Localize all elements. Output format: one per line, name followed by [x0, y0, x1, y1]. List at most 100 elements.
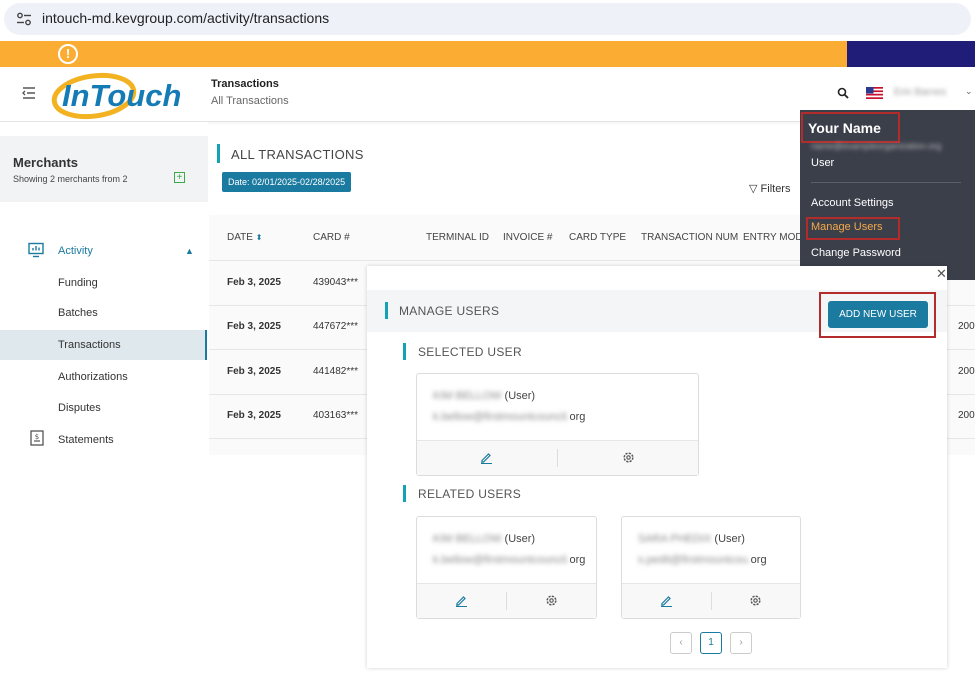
address-bar[interactable]: intouch-md.kevgroup.com/activity/transac…	[4, 3, 971, 35]
card-actions	[417, 583, 596, 618]
date-filter-chip[interactable]: Date: 02/01/2025-02/28/2025	[222, 172, 352, 192]
alert-banner: !	[0, 41, 847, 67]
browser-toolbar: intouch-md.kevgroup.com/activity/transac…	[0, 0, 975, 40]
edit-icon[interactable]	[480, 451, 493, 464]
merchants-count: Showing 2 merchants from 2	[13, 174, 128, 184]
screen: intouch-md.kevgroup.com/activity/transac…	[0, 0, 975, 680]
filters-label: Filters	[760, 183, 791, 195]
annotation-highlight-manage-users	[806, 217, 900, 240]
url-text[interactable]: intouch-md.kevgroup.com/activity/transac…	[42, 10, 329, 26]
card-actions	[417, 440, 698, 475]
user-email-line: s.pedit@firstmountcou.org	[638, 554, 767, 566]
related-user-card: SARA PHEDIX (User) s.pedit@firstmountcou…	[621, 516, 801, 619]
svg-text:InTouch: InTouch	[62, 78, 181, 113]
user-email: k.bellow@firstmountcouncil.	[433, 411, 570, 423]
user-name-line: KIM BELLOW (User)	[433, 390, 535, 402]
menu-collapse-icon[interactable]	[21, 86, 37, 100]
sidebar-item-batches[interactable]: Batches	[58, 307, 98, 319]
page-title: Transactions	[211, 78, 279, 90]
statement-icon: $	[30, 430, 44, 446]
user-name-line: SARA PHEDIX (User)	[638, 533, 745, 545]
add-merchant-icon[interactable]: +	[174, 172, 185, 183]
user-email: k.bellow@firstmountcouncil.	[433, 554, 570, 566]
chevron-up-icon[interactable]: ▲	[185, 246, 194, 256]
us-flag-icon[interactable]	[866, 87, 883, 99]
user-role: (User)	[501, 533, 536, 545]
close-icon[interactable]: ✕	[936, 266, 947, 282]
filters-button[interactable]: ▽ Filters	[749, 182, 790, 195]
user-role: (User)	[711, 533, 745, 545]
cell-card: 439043***	[313, 277, 359, 288]
pagination-page-button[interactable]: 1	[700, 632, 722, 654]
user-name-line: KIM BELLOW (User)	[433, 533, 535, 545]
user-name: KIM BELLOW	[433, 390, 502, 402]
sidebar-item-disputes[interactable]: Disputes	[58, 402, 101, 414]
sort-icon[interactable]: ⬍	[256, 233, 263, 242]
sidebar-item-statements[interactable]: Statements	[58, 434, 114, 446]
search-icon[interactable]	[837, 87, 849, 99]
monitor-chart-icon	[28, 242, 44, 258]
user-email-suffix: org	[569, 554, 586, 566]
user-role: (User)	[501, 390, 536, 402]
sidebar-item-authorizations[interactable]: Authorizations	[58, 371, 128, 383]
sidebar-item-activity[interactable]: Activity	[58, 245, 93, 257]
user-name: KIM BELLOW	[433, 533, 502, 545]
column-header-date[interactable]: DATE ⬍	[227, 232, 262, 243]
column-header-terminal-id[interactable]: TERMINAL ID	[426, 232, 489, 243]
merchants-title: Merchants	[13, 155, 79, 170]
related-users-title: RELATED USERS	[418, 487, 522, 501]
user-email-line: k.bellow@firstmountcouncil.org	[433, 411, 585, 423]
user-email-line: k.bellow@firstmountcouncil.org	[433, 554, 585, 566]
annotation-highlight-name	[801, 112, 900, 143]
cell-date: Feb 3, 2025	[227, 366, 281, 377]
column-header-invoice[interactable]: INVOICE #	[503, 232, 552, 243]
cell-truncated: 200	[958, 321, 975, 332]
filter-icon: ▽	[749, 183, 758, 195]
column-header-card[interactable]: CARD #	[313, 232, 350, 243]
menu-item-change-password[interactable]: Change Password	[811, 247, 901, 259]
menu-item-user[interactable]: User	[811, 157, 834, 169]
cell-truncated: 200	[958, 366, 975, 377]
gear-icon[interactable]	[545, 594, 558, 607]
site-settings-icon[interactable]	[16, 12, 32, 26]
cell-date: Feb 3, 2025	[227, 277, 281, 288]
cell-card: 441482***	[313, 366, 359, 377]
column-header-transaction-num[interactable]: TRANSACTION NUM	[641, 232, 738, 243]
column-header-entry-mode[interactable]: ENTRY MOD	[743, 232, 803, 243]
action-divider	[711, 592, 712, 610]
gear-icon[interactable]	[622, 451, 635, 464]
cell-date: Feb 3, 2025	[227, 410, 281, 421]
banner-right-block	[847, 41, 975, 67]
related-user-card: KIM BELLOW (User) k.bellow@firstmountcou…	[416, 516, 597, 619]
action-divider	[506, 592, 507, 610]
section-accent-bar	[403, 343, 406, 360]
chevron-down-icon[interactable]: ⌄	[965, 86, 973, 97]
user-email-suffix: org	[569, 411, 586, 423]
title-accent-bar	[217, 144, 220, 163]
selected-user-title: SELECTED USER	[418, 345, 522, 359]
sidebar-item-funding[interactable]: Funding	[58, 277, 98, 289]
menu-item-account-settings[interactable]: Account Settings	[811, 197, 894, 209]
pagination-prev-button[interactable]: ‹	[670, 632, 692, 654]
sidebar-item-transactions[interactable]: Transactions	[58, 339, 121, 351]
section-accent-bar	[403, 485, 406, 502]
cell-card: 447672***	[313, 321, 359, 332]
merchant-selector[interactable]: Merchants Showing 2 merchants from 2 +	[0, 136, 208, 202]
cell-truncated: 200	[958, 410, 975, 421]
user-menu-name[interactable]: Erin Barnes	[894, 87, 946, 98]
cell-date: Feb 3, 2025	[227, 321, 281, 332]
intouch-logo[interactable]: InTouch	[48, 70, 188, 120]
pagination-next-button[interactable]: ›	[730, 632, 752, 654]
selected-user-card: KIM BELLOW (User) k.bellow@firstmountcou…	[416, 373, 699, 476]
profile-email: name@exampleorganization.org	[811, 141, 942, 151]
page-subtitle: All Transactions	[211, 95, 289, 107]
gear-icon[interactable]	[749, 594, 762, 607]
column-header-card-type[interactable]: CARD TYPE	[569, 232, 626, 243]
sidebar: Merchants Showing 2 merchants from 2 + A…	[0, 122, 208, 455]
menu-divider	[811, 182, 961, 183]
user-email-suffix: org	[750, 554, 767, 566]
edit-icon[interactable]	[455, 594, 468, 607]
annotation-highlight-add-user	[819, 292, 936, 338]
edit-icon[interactable]	[660, 594, 673, 607]
action-divider	[557, 449, 558, 467]
